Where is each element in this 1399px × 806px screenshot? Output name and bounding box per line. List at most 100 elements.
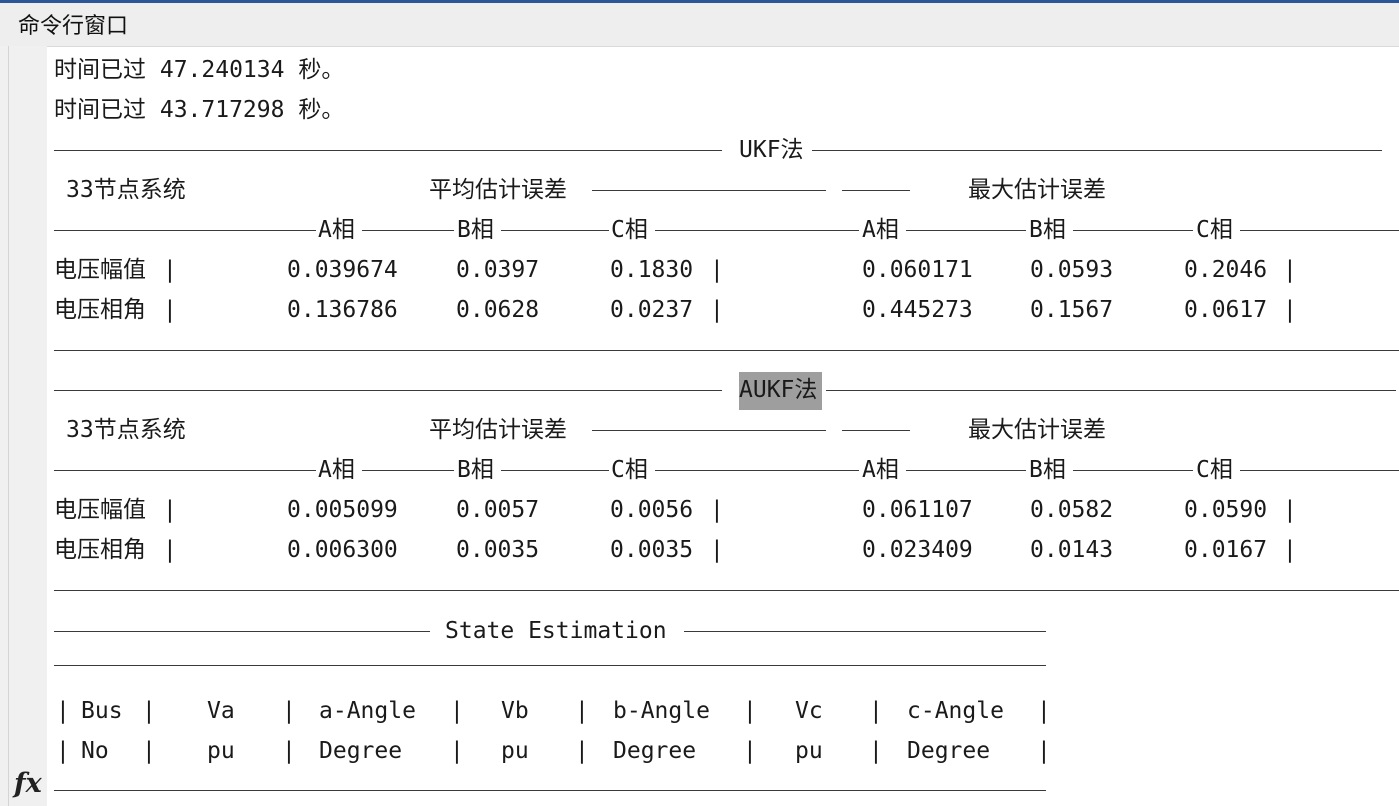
phase-header: A相 [862, 457, 899, 483]
row-label: 电压幅值 [54, 497, 146, 523]
value-cell: 0.0593 [1030, 257, 1114, 283]
value-cell: 0.445273 [862, 297, 973, 323]
separator-line [842, 190, 910, 191]
separator-line [906, 470, 1026, 471]
value-cell: 0.0056 [610, 497, 694, 523]
phase-header: B相 [457, 217, 494, 243]
column-header: b-Angle [613, 698, 710, 724]
phase-header: A相 [318, 457, 355, 483]
col-bar: | [450, 738, 464, 764]
separator-line [1240, 470, 1399, 471]
col-bar: | [142, 698, 156, 724]
column-header: Bus [81, 698, 123, 724]
state-estimation-title: State Estimation [445, 618, 667, 644]
log-line: 时间已过 47.240134 秒。 [54, 57, 345, 83]
row-bar: | [1283, 497, 1297, 523]
col-bar: | [575, 698, 589, 724]
col-bar: | [56, 738, 70, 764]
separator-line [362, 230, 454, 231]
value-cell: 0.0167 [1184, 537, 1268, 563]
row-bar: | [1283, 297, 1297, 323]
aukf-max-error-label: 最大估计误差 [968, 417, 1106, 443]
separator-line [54, 390, 722, 391]
phase-header: B相 [1029, 217, 1066, 243]
separator-line [812, 150, 1382, 151]
column-unit: Degree [613, 738, 697, 764]
aukf-method-label[interactable]: AUKF法 [739, 376, 817, 404]
col-bar: | [743, 738, 757, 764]
phase-header: B相 [1029, 457, 1066, 483]
col-bar: | [142, 738, 156, 764]
row-bar: | [163, 497, 177, 523]
phase-header: A相 [318, 217, 355, 243]
separator-line [54, 590, 1399, 591]
value-cell: 0.0035 [610, 537, 694, 563]
column-header: Va [207, 698, 235, 724]
column-unit: Degree [319, 738, 403, 764]
value-cell: 0.006300 [287, 537, 398, 563]
row-bar: | [1283, 537, 1297, 563]
phase-header: C相 [1196, 217, 1233, 243]
value-cell: 0.061107 [862, 497, 973, 523]
phase-header: C相 [1196, 457, 1233, 483]
row-bar: | [163, 537, 177, 563]
column-unit: No [81, 738, 109, 764]
separator-line [54, 230, 316, 231]
separator-line [54, 790, 1046, 791]
value-cell: 0.0582 [1030, 497, 1114, 523]
row-label: 电压相角 [54, 537, 146, 563]
separator-line [501, 470, 609, 471]
separator-line [842, 430, 910, 431]
row-bar: | [710, 537, 724, 563]
value-cell: 0.0035 [456, 537, 540, 563]
col-bar: | [743, 698, 757, 724]
ukf-system-label: 33节点系统 [66, 177, 186, 203]
separator-line [655, 230, 859, 231]
separator-line [54, 470, 316, 471]
row-bar: | [710, 297, 724, 323]
col-bar: | [575, 738, 589, 764]
ukf-mean-error-label: 平均估计误差 [429, 177, 567, 203]
column-header: a-Angle [319, 698, 416, 724]
fx-icon[interactable]: fx [14, 768, 42, 800]
value-cell: 0.0057 [456, 497, 540, 523]
separator-line [501, 230, 609, 231]
separator-line [54, 631, 430, 632]
separator-line [1240, 230, 1399, 231]
col-bar: | [282, 738, 296, 764]
value-cell: 0.005099 [287, 497, 398, 523]
gutter-divider [8, 46, 9, 806]
row-label: 电压相角 [54, 297, 146, 323]
value-cell: 0.1567 [1030, 297, 1114, 323]
phase-header: C相 [611, 457, 648, 483]
title-bar: 命令行窗口 [0, 3, 1399, 47]
separator-line [54, 150, 722, 151]
log-line: 时间已过 43.717298 秒。 [54, 97, 345, 123]
value-cell: 0.023409 [862, 537, 973, 563]
column-unit: pu [207, 738, 235, 764]
phase-header: C相 [611, 217, 648, 243]
separator-line [54, 350, 1399, 351]
col-bar: | [869, 738, 883, 764]
value-cell: 0.0617 [1184, 297, 1268, 323]
phase-header: B相 [457, 457, 494, 483]
separator-line [1073, 470, 1193, 471]
row-label: 电压幅值 [54, 257, 146, 283]
column-unit: Degree [907, 738, 991, 764]
value-cell: 0.0143 [1030, 537, 1114, 563]
row-bar: | [710, 497, 724, 523]
aukf-system-label: 33节点系统 [66, 417, 186, 443]
ukf-method-label: UKF法 [739, 137, 804, 163]
col-bar: | [282, 698, 296, 724]
separator-line [655, 470, 859, 471]
row-bar: | [163, 257, 177, 283]
column-unit: pu [501, 738, 529, 764]
col-bar: | [450, 698, 464, 724]
value-cell: 0.0237 [610, 297, 694, 323]
aukf-mean-error-label: 平均估计误差 [429, 417, 567, 443]
value-cell: 0.0397 [456, 257, 540, 283]
col-bar: | [869, 698, 883, 724]
separator-line [592, 190, 826, 191]
value-cell: 0.0590 [1184, 497, 1268, 523]
window-title: 命令行窗口 [18, 14, 129, 39]
